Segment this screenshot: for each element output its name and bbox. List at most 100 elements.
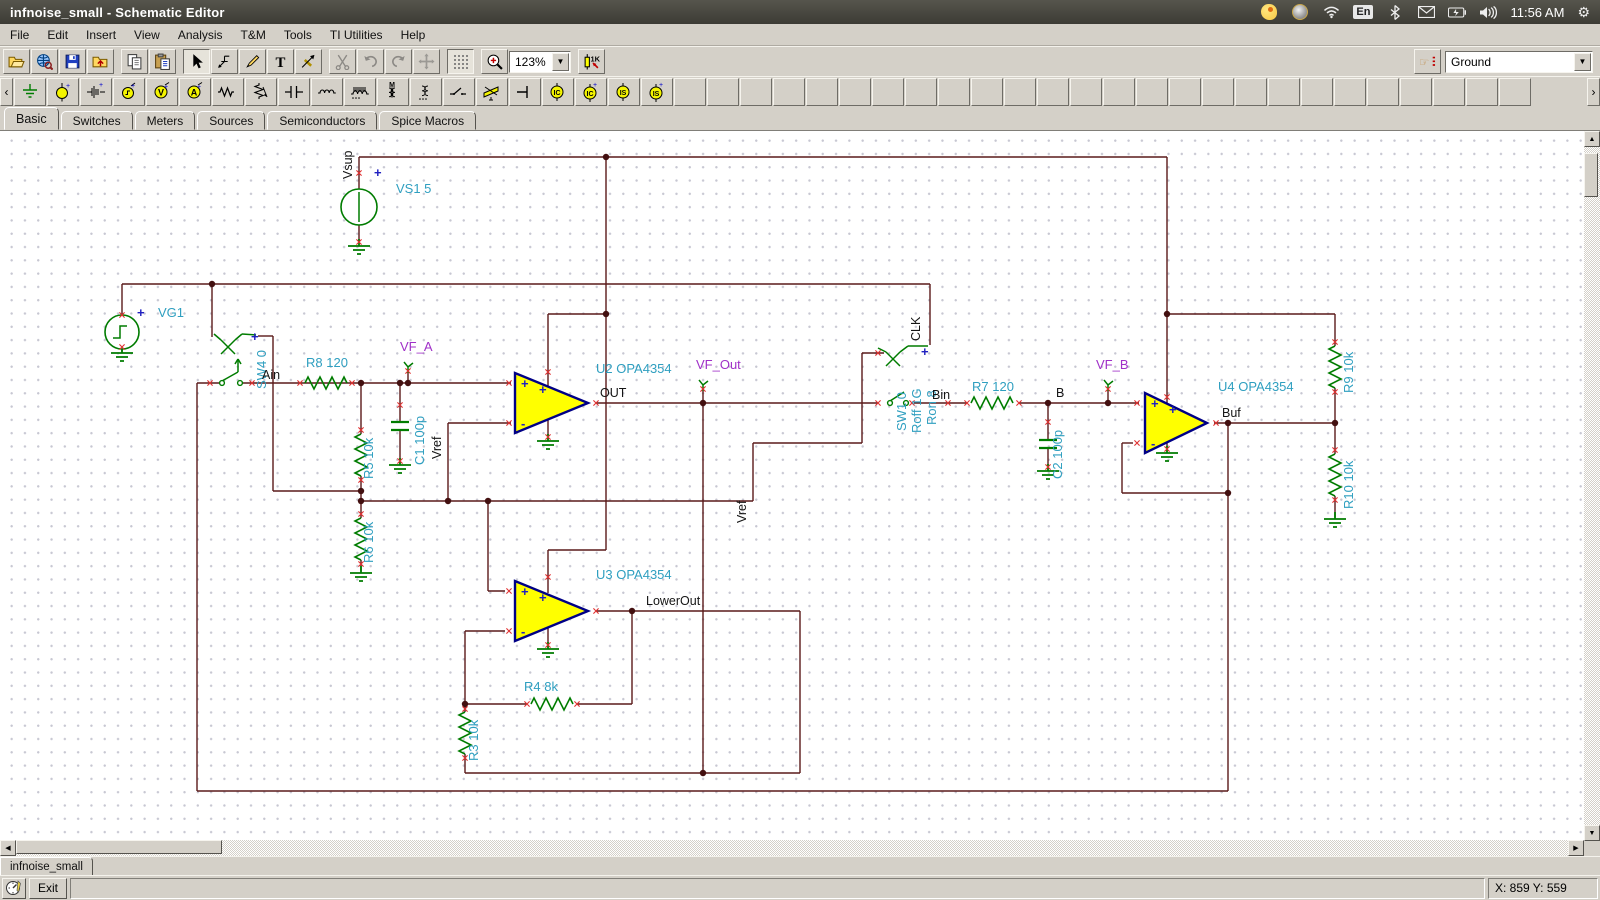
menu-insert[interactable]: Insert — [77, 26, 125, 44]
tab-semiconductors[interactable]: Semiconductors — [267, 111, 377, 130]
palette-inductor-icon[interactable] — [311, 78, 343, 106]
schematic-label[interactable]: R5 10k — [361, 437, 376, 479]
grid-toggle-button[interactable] — [447, 49, 474, 74]
component-SW4[interactable]: + — [214, 329, 259, 385]
palette-voltage-generator-icon[interactable]: + — [113, 78, 145, 106]
menu-edit[interactable]: Edit — [38, 26, 77, 44]
palette-inductor-core-icon[interactable] — [344, 78, 376, 106]
component-R4[interactable] — [531, 698, 573, 710]
component-U2[interactable]: ++- — [515, 373, 588, 433]
horizontal-scroll-thumb[interactable] — [16, 840, 222, 854]
component-U3[interactable]: ++- — [515, 581, 588, 641]
schematic-label[interactable]: R8 120 — [306, 355, 348, 370]
tab-switches[interactable]: Switches — [61, 111, 133, 130]
schematic-label[interactable]: VF_Out — [696, 357, 741, 372]
keyboard-layout-indicator[interactable]: En — [1353, 5, 1373, 19]
schematic-label[interactable]: Ain — [262, 368, 280, 382]
menu-help[interactable]: Help — [392, 26, 435, 44]
menu-view[interactable]: View — [125, 26, 169, 44]
save-file-button[interactable] — [59, 49, 86, 74]
zoom-tool-button[interactable] — [481, 49, 508, 74]
schematic-label[interactable]: Vref — [430, 436, 444, 459]
palette-scroll-left-icon[interactable]: ‹ — [0, 78, 13, 106]
palette-voltage-source-icon[interactable]: + — [47, 78, 79, 106]
schematic-label[interactable]: LowerOut — [646, 594, 701, 608]
open-file-button[interactable] — [3, 49, 30, 74]
volume-knob-indicator-icon[interactable] — [1291, 3, 1309, 21]
palette-scroll-right-icon[interactable]: › — [1587, 78, 1600, 106]
schematic-label[interactable]: Vref — [735, 500, 749, 523]
schematic-label[interactable]: Roff 1G — [909, 388, 924, 433]
scroll-down-icon[interactable]: ▼ — [1584, 825, 1600, 841]
palette-coupled-inductors-icon[interactable] — [410, 78, 442, 106]
schematic-label[interactable]: R9 10k — [1341, 351, 1356, 393]
palette-capacitor-icon[interactable] — [278, 78, 310, 106]
open-folder-button[interactable] — [87, 49, 114, 74]
schematic-label[interactable]: SW1 0 — [894, 392, 909, 431]
mail-icon[interactable] — [1417, 3, 1435, 21]
schematic-label[interactable]: R3 10k — [466, 719, 481, 761]
palette-switch-icon[interactable] — [443, 78, 475, 106]
clock[interactable]: 11:56 AM — [1510, 5, 1564, 20]
schematic-label[interactable]: VS1 5 — [396, 181, 431, 196]
document-tab-infnoise-small[interactable]: infnoise_small — [0, 857, 93, 875]
menu-file[interactable]: File — [4, 26, 38, 44]
tab-spice-macros[interactable]: Spice Macros — [379, 111, 476, 130]
schematic-label[interactable]: Vsup — [341, 150, 355, 179]
wire-edit-tool-button[interactable] — [295, 49, 322, 74]
schematic-label[interactable]: OUT — [600, 386, 627, 400]
component-R10[interactable] — [1329, 454, 1341, 496]
battery-icon[interactable] — [1448, 3, 1466, 21]
schematic-label[interactable]: U3 OPA4354 — [596, 567, 672, 582]
menu-t-m[interactable]: T&M — [232, 26, 275, 44]
menu-ti-utilities[interactable]: TI Utilities — [321, 26, 392, 44]
component-R9[interactable] — [1329, 346, 1341, 388]
palette-is-icon[interactable]: IS — [608, 78, 640, 106]
bluetooth-icon[interactable] — [1386, 3, 1404, 21]
wifi-icon[interactable] — [1322, 3, 1340, 21]
palette-terminator-icon[interactable] — [509, 78, 541, 106]
schematic-label[interactable]: U4 OPA4354 — [1218, 379, 1294, 394]
schematic-label[interactable]: Buf — [1222, 406, 1241, 420]
schematic-label[interactable]: CLK — [909, 316, 923, 341]
schematic-label[interactable]: VF_B — [1096, 357, 1129, 372]
schematic-label[interactable]: R10 10k — [1341, 460, 1356, 509]
paste-button[interactable] — [149, 49, 176, 74]
ground-select-arrow-icon[interactable]: ▼ — [1574, 53, 1591, 71]
palette-resistor-icon[interactable] — [212, 78, 244, 106]
tab-basic[interactable]: Basic — [4, 107, 59, 130]
component-values-button[interactable]: 1K — [578, 49, 605, 74]
palette-battery-icon[interactable]: + — [80, 78, 112, 106]
palette-transformer-icon[interactable]: M — [377, 78, 409, 106]
tab-meters[interactable]: Meters — [135, 111, 196, 130]
menu-analysis[interactable]: Analysis — [169, 26, 232, 44]
ground-symbol[interactable] — [350, 566, 372, 581]
schematic-label[interactable]: R4 8k — [524, 679, 558, 694]
palette-potentiometer-icon[interactable] — [245, 78, 277, 106]
text-tool-button[interactable]: T — [267, 49, 294, 74]
horizontal-scrollbar[interactable]: ◀ ▶ — [0, 840, 1600, 856]
schematic-label[interactable]: VG1 — [158, 305, 184, 320]
palette-ammeter-icon[interactable]: A+ — [179, 78, 211, 106]
palette-is-plus-icon[interactable]: IS+ — [641, 78, 673, 106]
scroll-left-icon[interactable]: ◀ — [0, 840, 16, 856]
schematic-canvas[interactable]: ++++++-++-++-VS1 5VG1R8 120R5 10kR6 10kC… — [0, 130, 1600, 840]
search-library-button[interactable] — [31, 49, 58, 74]
palette-ic-plus-icon[interactable]: IC+ — [575, 78, 607, 106]
schematic-label[interactable]: B — [1056, 386, 1064, 400]
palette-ground-icon[interactable] — [14, 78, 46, 106]
volume-icon[interactable] — [1479, 3, 1497, 21]
pencil-tool-button[interactable] — [239, 49, 266, 74]
ground-node-select[interactable]: Ground ▼ — [1445, 51, 1593, 73]
schematic-label[interactable]: VF_A — [400, 339, 433, 354]
zoom-level-select[interactable]: 123% ▼ — [509, 51, 571, 73]
copy-button[interactable] — [121, 49, 148, 74]
zoom-select-arrow-icon[interactable]: ▼ — [552, 53, 569, 71]
tm-mode-button[interactable] — [2, 878, 26, 899]
palette-voltmeter-icon[interactable]: V+ — [146, 78, 178, 106]
session-gear-icon[interactable]: ⚙ — [1577, 4, 1590, 21]
schematic-label[interactable]: R6 10k — [361, 521, 376, 563]
component-U4[interactable]: ++- — [1145, 393, 1207, 453]
tab-sources[interactable]: Sources — [197, 111, 265, 130]
scroll-up-icon[interactable]: ▲ — [1584, 131, 1600, 147]
